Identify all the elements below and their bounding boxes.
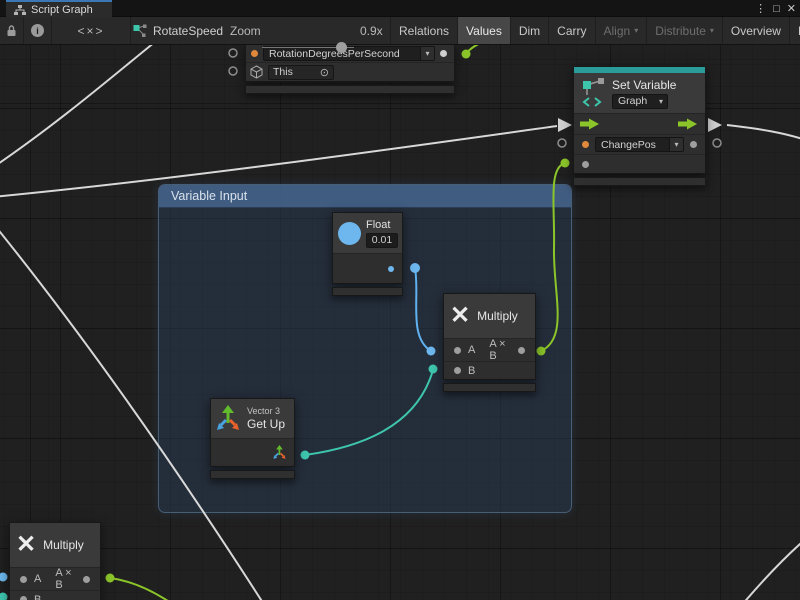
dropdown-arrow-icon: ▾ bbox=[659, 95, 667, 108]
node-footer bbox=[332, 287, 403, 296]
code-icon: <×> bbox=[77, 24, 104, 38]
script-graph-icon bbox=[14, 4, 26, 16]
node-footer bbox=[443, 383, 536, 392]
variable-port-icon[interactable] bbox=[251, 50, 258, 57]
relations-button[interactable]: Relations bbox=[390, 17, 457, 44]
zoom-value: 0.9x bbox=[360, 17, 383, 44]
values-button[interactable]: Values bbox=[457, 17, 510, 44]
variable-port-icon[interactable] bbox=[582, 141, 589, 148]
maximize-icon[interactable]: □ bbox=[773, 3, 780, 15]
cube-icon bbox=[250, 65, 263, 79]
info-button[interactable]: i bbox=[24, 17, 52, 44]
multiply-icon: ✕ bbox=[450, 304, 470, 328]
graph-breadcrumb[interactable]: RotateSpeed bbox=[133, 17, 223, 44]
dropdown-arrow-icon: ▾ bbox=[634, 26, 638, 35]
node-multiply-bottom[interactable]: ✕ Multiply A A × B B bbox=[9, 522, 101, 600]
script-graph-window: Variable Input bbox=[0, 0, 800, 600]
title-bar: Script Graph ⋮ □ ✕ bbox=[0, 0, 800, 17]
object-picker-icon[interactable]: ⊙ bbox=[320, 66, 329, 79]
value-input-port[interactable] bbox=[582, 161, 589, 168]
input-port-b[interactable] bbox=[454, 367, 461, 374]
window-menu-icon[interactable]: ⋮ bbox=[755, 2, 766, 15]
output-port[interactable] bbox=[83, 576, 90, 583]
vector3-icon bbox=[217, 405, 241, 432]
port-label-output: A × B bbox=[489, 338, 511, 362]
output-port[interactable] bbox=[518, 347, 525, 354]
port-label-b: B bbox=[468, 365, 475, 377]
tab-script-graph[interactable]: Script Graph bbox=[6, 0, 112, 17]
zoom-label: Zoom bbox=[230, 17, 261, 44]
node-get-up[interactable]: Vector 3 Get Up bbox=[210, 398, 295, 479]
tab-title: Script Graph bbox=[31, 4, 93, 16]
scope-value: Graph bbox=[613, 95, 659, 108]
variable-name-dropdown[interactable]: ChangePos ▾ bbox=[595, 137, 684, 152]
value-output-port[interactable] bbox=[690, 141, 697, 148]
output-port[interactable] bbox=[388, 266, 394, 272]
node-title: Set Variable bbox=[612, 78, 676, 92]
port-label-a: A bbox=[468, 344, 475, 356]
lock-button[interactable] bbox=[0, 17, 24, 44]
port-label-a: A bbox=[34, 573, 41, 585]
float-type-icon bbox=[338, 222, 361, 245]
node-footer bbox=[245, 85, 455, 94]
node-title: Multiply bbox=[43, 538, 84, 552]
full-screen-button[interactable]: Full Screen bbox=[789, 17, 800, 44]
input-port-a[interactable] bbox=[454, 347, 461, 354]
node-get-variable[interactable]: RotationDegreesPerSecond ▾ This ⊙ bbox=[245, 45, 455, 94]
float-value-field[interactable]: 0.01 bbox=[366, 233, 398, 248]
dim-button[interactable]: Dim bbox=[510, 17, 548, 44]
carry-button[interactable]: Carry bbox=[548, 17, 594, 44]
target-value: This bbox=[273, 66, 293, 78]
close-icon[interactable]: ✕ bbox=[787, 2, 796, 15]
node-type-label: Vector 3 bbox=[247, 406, 285, 416]
scope-dropdown[interactable]: Graph ▾ bbox=[612, 94, 668, 109]
graph-node-icon bbox=[133, 24, 147, 38]
node-title: Float bbox=[366, 219, 398, 231]
info-icon: i bbox=[31, 24, 44, 37]
vector3-output-port[interactable] bbox=[273, 445, 287, 460]
variable-name-value: ChangePos bbox=[596, 138, 669, 151]
node-title: Get Up bbox=[247, 417, 285, 431]
overview-button[interactable]: Overview bbox=[722, 17, 789, 44]
dropdown-arrow-icon: ▾ bbox=[669, 138, 683, 151]
dropdown-arrow-icon: ▾ bbox=[710, 26, 714, 35]
float-value: 0.01 bbox=[372, 234, 392, 246]
toolbar: i <×> RotateSpeed Zoom 0.9x Relations Va… bbox=[0, 17, 800, 45]
distribute-button[interactable]: Distribute ▾ bbox=[646, 17, 722, 44]
value-output-port[interactable] bbox=[440, 50, 447, 57]
flow-input-port[interactable] bbox=[580, 118, 601, 130]
variable-name-dropdown[interactable]: RotationDegreesPerSecond ▾ bbox=[263, 46, 435, 61]
node-set-variable[interactable]: Set Variable Graph ▾ bbox=[573, 66, 706, 186]
input-port-b[interactable] bbox=[20, 596, 27, 600]
set-variable-icon bbox=[582, 78, 606, 108]
node-title: Multiply bbox=[477, 309, 518, 323]
port-label-output: A × B bbox=[55, 567, 76, 591]
node-footer bbox=[210, 470, 295, 479]
node-float-literal[interactable]: Float 0.01 bbox=[332, 212, 403, 296]
input-port-a[interactable] bbox=[20, 576, 27, 583]
group-header[interactable]: Variable Input bbox=[159, 185, 571, 208]
code-preview-button[interactable]: <×> bbox=[52, 17, 131, 44]
multiply-icon: ✕ bbox=[16, 533, 36, 557]
graph-name: RotateSpeed bbox=[153, 24, 223, 38]
lock-icon bbox=[6, 24, 17, 37]
flow-output-port[interactable] bbox=[678, 118, 699, 130]
node-multiply[interactable]: ✕ Multiply A A × B B bbox=[443, 293, 536, 392]
dropdown-arrow-icon: ▾ bbox=[420, 47, 434, 60]
zoom-slider-handle[interactable] bbox=[336, 42, 347, 53]
align-button[interactable]: Align ▾ bbox=[595, 17, 647, 44]
port-label-b: B bbox=[34, 594, 41, 600]
group-title: Variable Input bbox=[171, 189, 247, 203]
target-field[interactable]: This ⊙ bbox=[268, 65, 334, 80]
node-footer bbox=[573, 177, 706, 186]
